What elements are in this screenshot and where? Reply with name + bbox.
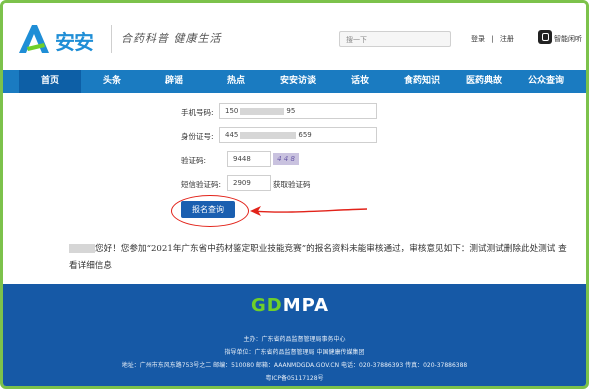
captcha-row: 验证码: 9448 4 4 8	[181, 151, 381, 167]
footer-logo-gd: GD	[251, 295, 283, 316]
result-message: 您好！您参加“2021年广东省中药材鉴定职业技能竞赛”的报名资料未能审核通过，审…	[69, 241, 574, 275]
nav-item-knowledge[interactable]: 食药知识	[391, 70, 453, 93]
nav-item-home[interactable]: 首页	[19, 70, 81, 93]
result-text: 您好！您参加“2021年广东省中药材鉴定职业技能竞赛”的报名资料未能审核通过，审…	[95, 244, 556, 254]
id-number-field[interactable]: 445 659	[219, 127, 377, 143]
footer-logo: GDMPA	[251, 295, 329, 316]
id-label: 身份证号:	[181, 132, 214, 141]
nav-item-public-query[interactable]: 公众查询	[515, 70, 577, 93]
speaker-label[interactable]: 智能闲听	[554, 34, 582, 44]
id-value-prefix: 445	[225, 131, 239, 139]
captcha-label: 验证码:	[181, 156, 207, 165]
login-link[interactable]: 登录	[471, 35, 485, 43]
speaker-icon[interactable]	[538, 30, 552, 44]
captcha-image[interactable]: 4 4 8	[273, 153, 299, 165]
link-separator: |	[491, 35, 494, 43]
slogan: 合药科普 健康生活	[121, 32, 222, 45]
arrow-icon	[250, 206, 368, 216]
site-header: 安安 合药科普 健康生活 搜一下 登录 | 注册 智能闲听	[3, 3, 586, 69]
phone-field[interactable]: 150 95	[219, 103, 377, 119]
captcha-field[interactable]: 9448	[227, 151, 271, 167]
footer-sponsor: 主办：广东省药品监督管理局事务中心	[243, 336, 346, 343]
nav-item-hot[interactable]: 热点	[205, 70, 267, 93]
site-footer: GDMPA 主办：广东省药品监督管理局事务中心 指导单位：广东省药品监督管理局 …	[3, 284, 586, 386]
phone-value-prefix: 150	[225, 107, 239, 115]
nav-item-cosmetics[interactable]: 话妆	[329, 70, 391, 93]
get-code-link[interactable]: 获取验证码	[273, 179, 311, 190]
sms-row: 短信验证码: 2909 获取验证码	[181, 175, 381, 191]
site-logo[interactable]: 安安	[17, 23, 107, 57]
id-value-suffix: 659	[298, 131, 312, 139]
sms-code-field[interactable]: 2909	[227, 175, 271, 191]
nav-item-headlines[interactable]: 头条	[81, 70, 143, 93]
logo-a-icon	[19, 25, 49, 53]
main-nav: 首页 头条 辟谣 热点 安安访谈 话妆 食药知识 医药典故 公众查询	[3, 70, 586, 93]
name-mask	[69, 244, 95, 253]
phone-label: 手机号码:	[181, 108, 214, 117]
phone-mask	[240, 107, 285, 115]
phone-value-suffix: 95	[286, 107, 296, 115]
footer-logo-mpa: MPA	[282, 295, 330, 316]
nav-item-rumor[interactable]: 辟谣	[143, 70, 205, 93]
auth-links: 登录 | 注册	[471, 34, 518, 44]
logo-text: 安安	[55, 30, 94, 54]
id-row: 身份证号: 445 659	[181, 127, 381, 143]
register-link[interactable]: 注册	[500, 35, 514, 43]
logo-divider	[111, 25, 112, 53]
nav-item-stories[interactable]: 医药典故	[453, 70, 515, 93]
page-frame: 安安 合药科普 健康生活 搜一下 登录 | 注册 智能闲听 首页 头条 辟谣 热…	[0, 0, 589, 389]
nav-item-interview[interactable]: 安安访谈	[267, 70, 329, 93]
sms-label: 短信验证码:	[181, 180, 222, 189]
footer-guidance: 指导单位：广东省药品监督管理局 中国健康传媒集团	[224, 349, 365, 356]
phone-row: 手机号码: 150 95	[181, 103, 381, 119]
footer-contact: 地址：广州市东风东路753号之二 邮编：510080 邮箱：AAANMDGDA.…	[121, 362, 468, 369]
query-button[interactable]: 报名查询	[181, 201, 235, 218]
footer-icp: 粤ICP备05117128号	[265, 375, 324, 382]
search-input[interactable]: 搜一下	[339, 31, 451, 47]
id-mask	[240, 131, 297, 139]
